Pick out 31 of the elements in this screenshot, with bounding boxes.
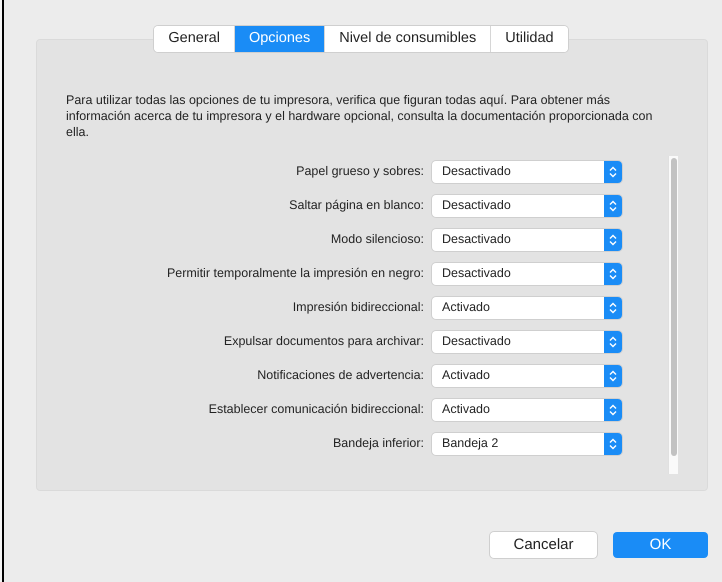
option-dropdown[interactable]: Desactivado xyxy=(432,228,622,250)
stepper-icon xyxy=(609,404,617,416)
tab[interactable]: Utilidad xyxy=(490,26,568,52)
option-dropdown[interactable]: Desactivado xyxy=(432,194,622,216)
stepper-icon xyxy=(609,370,617,382)
option-label: Modo silencioso: xyxy=(330,231,424,248)
option-dropdown[interactable]: Desactivado xyxy=(432,160,622,182)
option-dropdown[interactable]: Desactivado xyxy=(432,330,622,352)
option-label: Impresión bidireccional: xyxy=(292,299,424,316)
option-dropdown[interactable]: Desactivado xyxy=(432,262,622,284)
option-label: Saltar página en blanco: xyxy=(289,197,424,214)
option-dropdown[interactable]: Activado xyxy=(432,296,622,318)
option-label: Papel grueso y sobres: xyxy=(296,163,424,180)
option-dropdown[interactable]: Activado xyxy=(432,364,622,386)
stepper-icon xyxy=(609,302,617,314)
stepper-icon xyxy=(609,268,617,280)
stepper-icon xyxy=(609,200,617,212)
option-label: Permitir temporalmente la impresión en negro: xyxy=(166,265,424,282)
option-label: Establecer comunicación bidireccional: xyxy=(208,401,424,418)
stepper-icon xyxy=(609,166,617,178)
description-text: Para utilizar todas las opciones de tu impresora, verifica que figuran todas aquí. Para obtener más información acerca de tu impresora y el hardware opcional, consulta la documentación proporcionada con ella. xyxy=(66,92,654,140)
stepper-icon xyxy=(609,438,617,450)
option-dropdown[interactable]: Bandeja 2 xyxy=(432,432,622,454)
stepper-icon xyxy=(609,234,617,246)
scrollbar[interactable] xyxy=(668,156,678,474)
cancel-button[interactable]: Cancelar xyxy=(490,532,597,558)
stepper-icon xyxy=(609,336,617,348)
option-dropdown[interactable]: Activado xyxy=(432,398,622,420)
option-label: Expulsar documentos para archivar: xyxy=(224,333,424,350)
option-label: Notificaciones de advertencia: xyxy=(257,367,424,384)
option-label: Bandeja inferior: xyxy=(332,435,424,452)
